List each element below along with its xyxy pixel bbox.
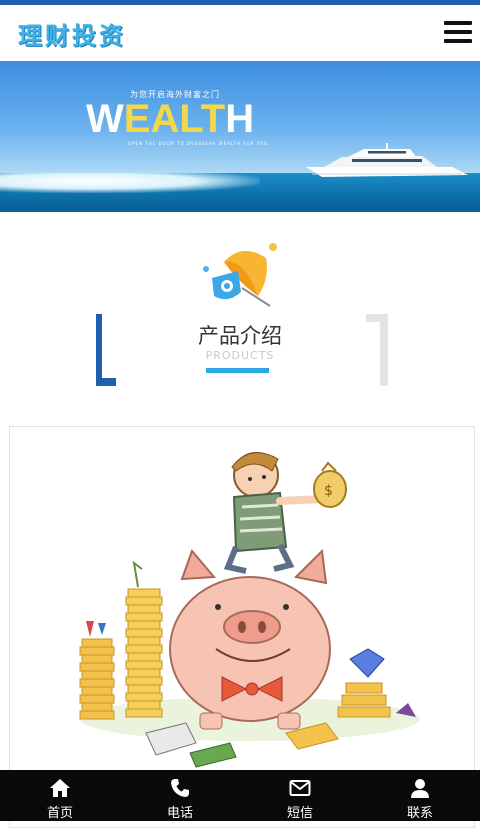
bottom-navigation: 首页 电话 短信 联系 (0, 770, 480, 821)
home-icon (50, 779, 70, 797)
umbrella-shield-icon (203, 243, 277, 307)
nav-home-label: 首页 (46, 806, 73, 821)
piggy-bank-investment-illustration: $ (10, 427, 474, 827)
nav-contact-label: 联系 (406, 806, 433, 821)
section-title: 产品介绍 (198, 324, 282, 348)
nav-home[interactable]: 首页 (0, 770, 120, 821)
menu-hamburger-icon[interactable] (444, 21, 472, 43)
banner-subline: OPEN THE DOOR TO OVERSEAS WEALTH FOR YOU (128, 141, 269, 146)
svg-text:$: $ (324, 483, 333, 499)
section-subtitle: PRODUCTS (205, 349, 275, 362)
carousel-next-arrow[interactable] (366, 314, 388, 386)
hero-banner[interactable]: 为您开启海外财富之门 WEALTH OPEN THE DOOR TO OVERS… (0, 61, 480, 212)
banner-beach (0, 173, 260, 193)
nav-sms[interactable]: 短信 (240, 770, 360, 821)
nav-sms-label: 短信 (286, 806, 313, 821)
section-title-underline (206, 368, 269, 373)
envelope-icon (289, 780, 311, 796)
nav-phone[interactable]: 电话 (120, 770, 240, 821)
nav-contact[interactable]: 联系 (360, 770, 480, 821)
site-logo[interactable]: 理财投资 (18, 16, 126, 51)
yacht-image (306, 143, 468, 177)
nav-phone-label: 电话 (166, 806, 193, 821)
banner-headline: WEALTH (86, 97, 255, 141)
site-header: 理财投资 (0, 5, 480, 62)
phone-icon (171, 779, 189, 797)
product-card[interactable]: $ (9, 426, 475, 828)
user-icon (411, 779, 429, 798)
